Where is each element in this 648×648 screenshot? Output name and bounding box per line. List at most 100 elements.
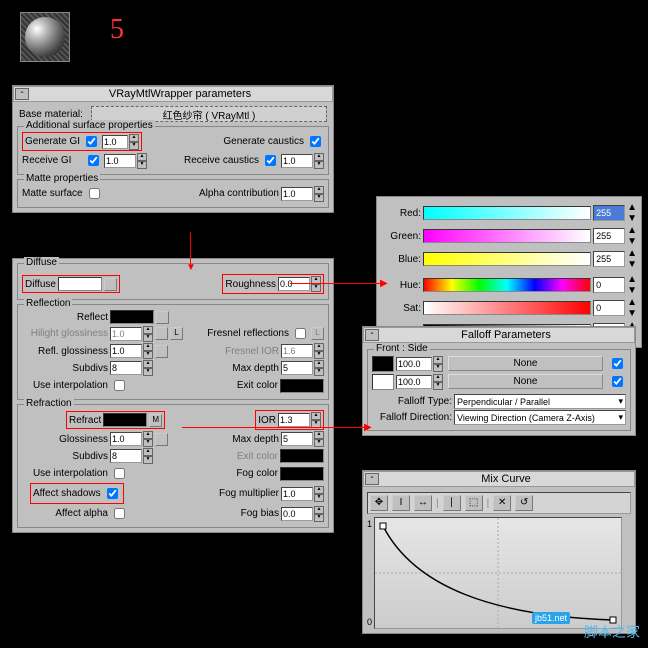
- fresnel-ior-label: Fresnel IOR: [225, 346, 279, 357]
- arrow-line: [290, 283, 384, 284]
- refl-exit-label: Exit color: [237, 380, 278, 391]
- generate-caustics-check[interactable]: [310, 136, 321, 147]
- curve-tool-2[interactable]: ↔: [414, 495, 432, 511]
- hue-slider[interactable]: [423, 278, 591, 292]
- refract-label: Refract: [69, 415, 101, 426]
- curve-tool-0[interactable]: ✥: [370, 495, 388, 511]
- mixcurve-graph[interactable]: [374, 517, 622, 629]
- reflection-group: Reflection Reflect Hilight glossiness▲▼L…: [17, 304, 329, 400]
- reflect-map-button[interactable]: [156, 311, 169, 324]
- curve-tool-4[interactable]: ⬚: [465, 495, 483, 511]
- falloff-spin-a[interactable]: ▲▼: [396, 356, 443, 372]
- ior-spinner[interactable]: ▲▼: [278, 412, 321, 428]
- sat-input[interactable]: [593, 300, 625, 316]
- falloff-title: Falloff Parameters: [379, 329, 633, 341]
- fresnel-ior-spinner[interactable]: ▲▼: [281, 343, 324, 359]
- collapse-button[interactable]: -: [15, 88, 29, 100]
- reflection-group-label: Reflection: [24, 298, 72, 309]
- refract-swatch[interactable]: [103, 413, 147, 427]
- fog-bias-spinner[interactable]: ▲▼: [281, 506, 324, 522]
- falloff-dir-label: Falloff Direction:: [372, 412, 452, 423]
- refr-interp-check[interactable]: [114, 468, 125, 479]
- alpha-contrib-spinner[interactable]: ▲▼: [281, 186, 324, 202]
- generate-gi-spinner[interactable]: ▲▼: [102, 134, 139, 150]
- mixcurve-title: Mix Curve: [379, 473, 633, 485]
- hue-input[interactable]: [593, 277, 625, 293]
- receive-gi-spinner[interactable]: ▲▼: [104, 153, 147, 169]
- refr-maxdepth-spinner[interactable]: ▲▼: [281, 431, 324, 447]
- arrow-head-icon: ▶: [364, 422, 372, 433]
- green-input[interactable]: [593, 228, 625, 244]
- refr-gloss-spinner[interactable]: ▲▼: [110, 431, 153, 447]
- refr-subdivs-spinner[interactable]: ▲▼: [110, 448, 153, 464]
- ior-label: IOR: [258, 415, 276, 426]
- diffuse-swatch[interactable]: [58, 277, 102, 291]
- generate-gi-label: Generate GI: [25, 136, 80, 147]
- refl-interp-label: Use interpolation: [22, 380, 108, 391]
- fresnel-refl-check[interactable]: [295, 328, 306, 339]
- refl-interp-check[interactable]: [114, 380, 125, 391]
- fresnel-l-button[interactable]: L: [311, 327, 324, 340]
- arrow-head-icon: ▼: [186, 262, 196, 273]
- reflect-swatch[interactable]: [110, 310, 154, 324]
- red-slider[interactable]: [423, 206, 591, 220]
- red-input[interactable]: [593, 205, 625, 221]
- refl-exit-swatch[interactable]: [280, 379, 324, 393]
- fog-color-swatch[interactable]: [280, 467, 324, 481]
- falloff-color-b[interactable]: [372, 374, 394, 390]
- receive-gi-check[interactable]: [88, 155, 99, 166]
- falloff-map-b[interactable]: None: [448, 374, 603, 389]
- hilight-map-button[interactable]: [155, 327, 168, 340]
- blue-slider[interactable]: [423, 252, 591, 266]
- front-side-label: Front : Side: [374, 343, 430, 354]
- affect-alpha-label: Affect alpha: [22, 508, 108, 519]
- wrapper-panel: - VRayMtlWrapper parameters Base materia…: [12, 85, 334, 213]
- falloff-map-a[interactable]: None: [448, 356, 603, 371]
- roughness-spinner[interactable]: ▲▼: [278, 276, 321, 292]
- affect-alpha-check[interactable]: [114, 508, 125, 519]
- receive-caustics-label: Receive caustics: [184, 155, 259, 166]
- falloff-map-a-check[interactable]: [612, 358, 623, 369]
- sat-label: Sat:: [381, 303, 421, 314]
- affect-shadows-check[interactable]: [107, 488, 118, 499]
- hilight-spinner[interactable]: ▲▼: [110, 326, 153, 342]
- green-slider[interactable]: [423, 229, 591, 243]
- mixcurve-titlebar: -Mix Curve: [363, 471, 635, 487]
- red-label: Red:: [381, 208, 421, 219]
- refr-exit-swatch[interactable]: [280, 449, 324, 463]
- falloff-type-select[interactable]: Perpendicular / Parallel▾: [454, 394, 626, 409]
- refl-gloss-map-button[interactable]: [155, 345, 168, 358]
- refl-subdivs-spinner[interactable]: ▲▼: [110, 360, 153, 376]
- refract-map-button[interactable]: M: [149, 414, 162, 427]
- falloff-color-a[interactable]: [372, 356, 394, 372]
- refl-maxdepth-label: Max depth: [232, 363, 279, 374]
- generate-gi-check[interactable]: [86, 136, 97, 147]
- falloff-dir-select[interactable]: Viewing Direction (Camera Z-Axis)▾: [454, 410, 626, 425]
- blue-input[interactable]: [593, 251, 625, 267]
- refl-gloss-spinner[interactable]: ▲▼: [110, 343, 153, 359]
- curve-tool-5[interactable]: ✕: [493, 495, 511, 511]
- receive-caustics-spinner[interactable]: ▲▼: [281, 153, 324, 169]
- refr-gloss-map-button[interactable]: [155, 433, 168, 446]
- falloff-titlebar: -Falloff Parameters: [363, 327, 635, 343]
- receive-caustics-check[interactable]: [265, 155, 276, 166]
- diffuse-map-button[interactable]: [104, 278, 117, 291]
- matte-surface-check[interactable]: [89, 188, 100, 199]
- falloff-type-label: Falloff Type:: [372, 396, 452, 407]
- curve-tool-3[interactable]: ∣: [443, 495, 461, 511]
- curve-tool-6[interactable]: ↺: [515, 495, 533, 511]
- falloff-spin-b[interactable]: ▲▼: [396, 374, 443, 390]
- falloff-map-b-check[interactable]: [612, 376, 623, 387]
- collapse-button[interactable]: -: [365, 473, 379, 485]
- collapse-button[interactable]: -: [365, 329, 379, 341]
- lock-button[interactable]: L: [170, 327, 183, 340]
- fog-mult-spinner[interactable]: ▲▼: [281, 486, 324, 502]
- front-side-group: Front : Side ▲▼None ▲▼None Falloff Type:…: [367, 349, 631, 431]
- hilight-label: Hilight glossiness: [22, 328, 108, 339]
- refl-maxdepth-spinner[interactable]: ▲▼: [281, 360, 324, 376]
- base-material-label: Base material:: [19, 109, 83, 120]
- fog-mult-label: Fog multiplier: [219, 488, 279, 499]
- curve-tool-1[interactable]: I: [392, 495, 410, 511]
- arrow-head-icon: ▶: [380, 278, 388, 289]
- sat-slider[interactable]: [423, 301, 591, 315]
